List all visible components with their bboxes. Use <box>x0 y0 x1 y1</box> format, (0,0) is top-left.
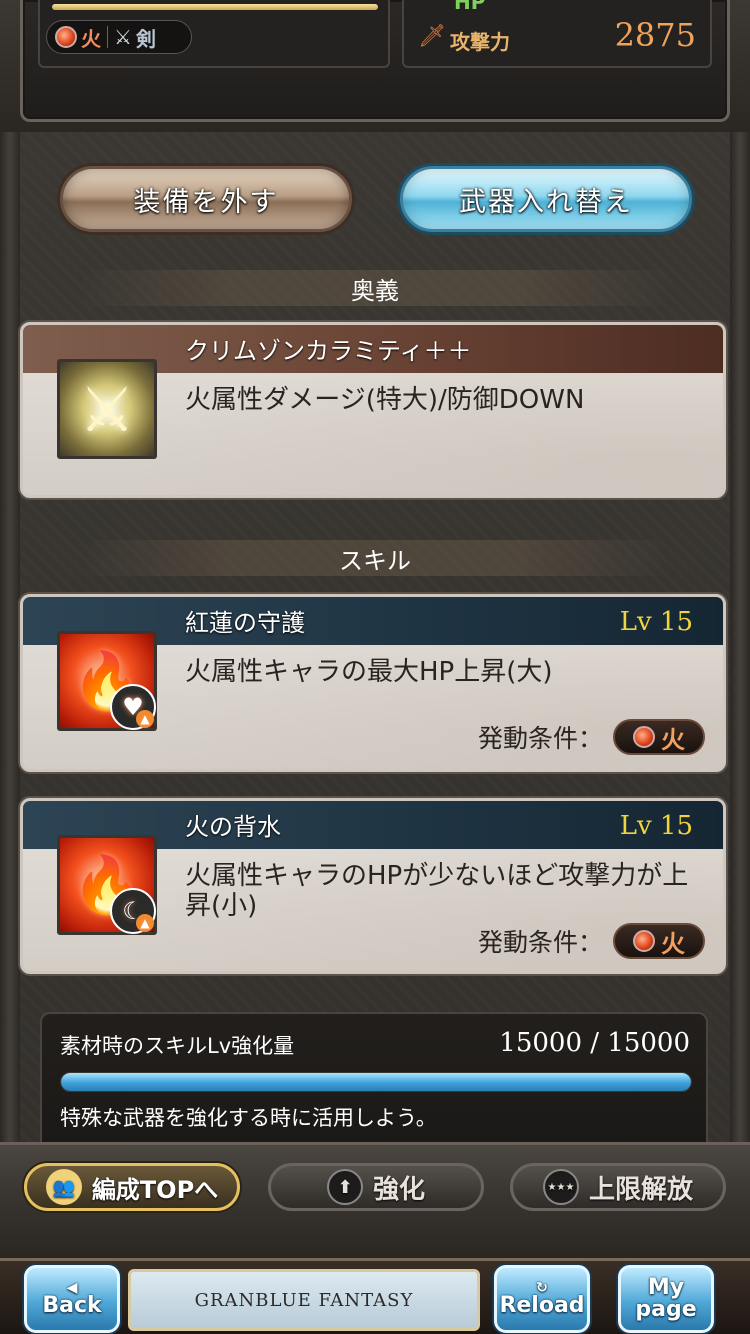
skill-level: Lv 15 <box>619 607 693 637</box>
bottom-nav: ◀ Back GRANBLUE FANTASY ↻ Reload My page <box>0 1258 750 1334</box>
enhance-button[interactable]: ⬆ 強化 <box>268 1163 484 1211</box>
party-top-label: 編成TOPへ <box>91 1175 219 1204</box>
reload-label: Reload <box>499 1293 585 1318</box>
material-title: 素材時のスキルLv強化量 <box>60 1034 295 1058</box>
reload-button[interactable]: ↻ Reload <box>494 1265 590 1333</box>
condition-element: 火 <box>661 929 685 958</box>
arrow-up-icon: ▲ <box>136 914 154 932</box>
ougi-section-title: 奥義 <box>80 270 670 306</box>
hp-label: HP <box>454 0 486 14</box>
mypage-button[interactable]: My page <box>618 1265 714 1333</box>
fire-orb-icon <box>633 930 655 952</box>
game-logo[interactable]: GRANBLUE FANTASY <box>128 1269 480 1331</box>
attack-icon: 🗡 <box>418 24 446 49</box>
attack-value: 2875 <box>614 16 696 54</box>
stars-icon: ★★★ <box>542 1169 579 1205</box>
back-label: Back <box>42 1293 102 1318</box>
crossed-swords-icon: ⚔ <box>57 359 157 459</box>
action-bar: 👥 編成TOPへ ⬆ 強化 ★★★ 上限解放 <box>0 1142 750 1258</box>
fire-heart-icon: 🔥 ♥ ▲ <box>57 631 157 731</box>
material-value: 15000 / 15000 <box>499 1028 690 1058</box>
skill-card[interactable]: 火の背水 Lv 15 🔥 ☾ ▲ 火属性キャラのHPが少ないほど攻撃力が上昇(小)… <box>20 798 726 974</box>
mypage-label-line1: My <box>647 1275 685 1300</box>
skill-condition: 発動条件： 火 <box>478 719 705 755</box>
fire-crescent-icon: 🔥 ☾ ▲ <box>57 835 157 935</box>
back-button[interactable]: ◀ Back <box>24 1265 120 1333</box>
hp-gauge <box>52 4 378 10</box>
attack-label: 攻撃力 <box>450 30 510 54</box>
material-progress-bar <box>60 1072 692 1092</box>
material-note: 特殊な武器を強化する時に活用しよう。 <box>60 1106 437 1130</box>
sword-icon: ⚔ <box>114 25 132 49</box>
party-top-button[interactable]: 👥 編成TOPへ <box>24 1163 240 1211</box>
status-frame: 火 ⚔ 剣 HP 🗡 攻撃力 2875 <box>0 0 750 132</box>
condition-element-badge: 火 <box>613 719 705 755</box>
element-label: 火 <box>81 26 101 51</box>
mypage-label-line2: page <box>635 1297 697 1322</box>
skill-section-title: スキル <box>80 540 670 576</box>
unequip-button[interactable]: 装備を外す <box>60 166 352 232</box>
arrow-up-icon: ▲ <box>136 710 154 728</box>
badge-divider <box>107 26 108 48</box>
limit-break-label: 上限解放 <box>588 1174 693 1205</box>
weapon-type-label: 剣 <box>135 26 156 51</box>
skill-level: Lv 15 <box>619 811 693 841</box>
skill-description: 火属性キャラのHPが少ないほど攻撃力が上昇(小) <box>185 861 689 921</box>
enhance-label: 強化 <box>372 1174 425 1205</box>
condition-label: 発動条件： <box>477 724 603 753</box>
skill-condition: 発動条件： 火 <box>478 923 705 959</box>
crescent-badge-icon: ☾ ▲ <box>110 888 156 934</box>
material-panel: 素材時のスキルLv強化量 15000 / 15000 特殊な武器を強化する時に活… <box>40 1012 708 1142</box>
condition-element: 火 <box>661 725 685 754</box>
arrow-up-icon: ⬆ <box>326 1169 363 1205</box>
condition-element-badge: 火 <box>613 923 705 959</box>
party-icon: 👥 <box>45 1169 82 1205</box>
condition-label: 発動条件： <box>477 928 603 957</box>
ougi-card: クリムゾンカラミティ＋＋ ⚔ 火属性ダメージ(特大)/防御DOWN <box>20 322 726 498</box>
heart-badge-icon: ♥ ▲ <box>110 684 156 730</box>
swap-weapon-button[interactable]: 武器入れ替え <box>400 166 692 232</box>
element-badge: 火 ⚔ 剣 <box>46 20 192 54</box>
limit-break-button[interactable]: ★★★ 上限解放 <box>510 1163 726 1211</box>
material-progress-fill <box>61 1073 691 1091</box>
fire-orb-icon <box>633 726 655 748</box>
skill-card[interactable]: 紅蓮の守護 Lv 15 🔥 ♥ ▲ 火属性キャラの最大HP上昇(大) 発動条件： … <box>20 594 726 772</box>
skill-description: 火属性キャラの最大HP上昇(大) <box>185 657 553 687</box>
fire-orb-icon <box>55 26 77 48</box>
ougi-description: 火属性ダメージ(特大)/防御DOWN <box>185 385 585 415</box>
